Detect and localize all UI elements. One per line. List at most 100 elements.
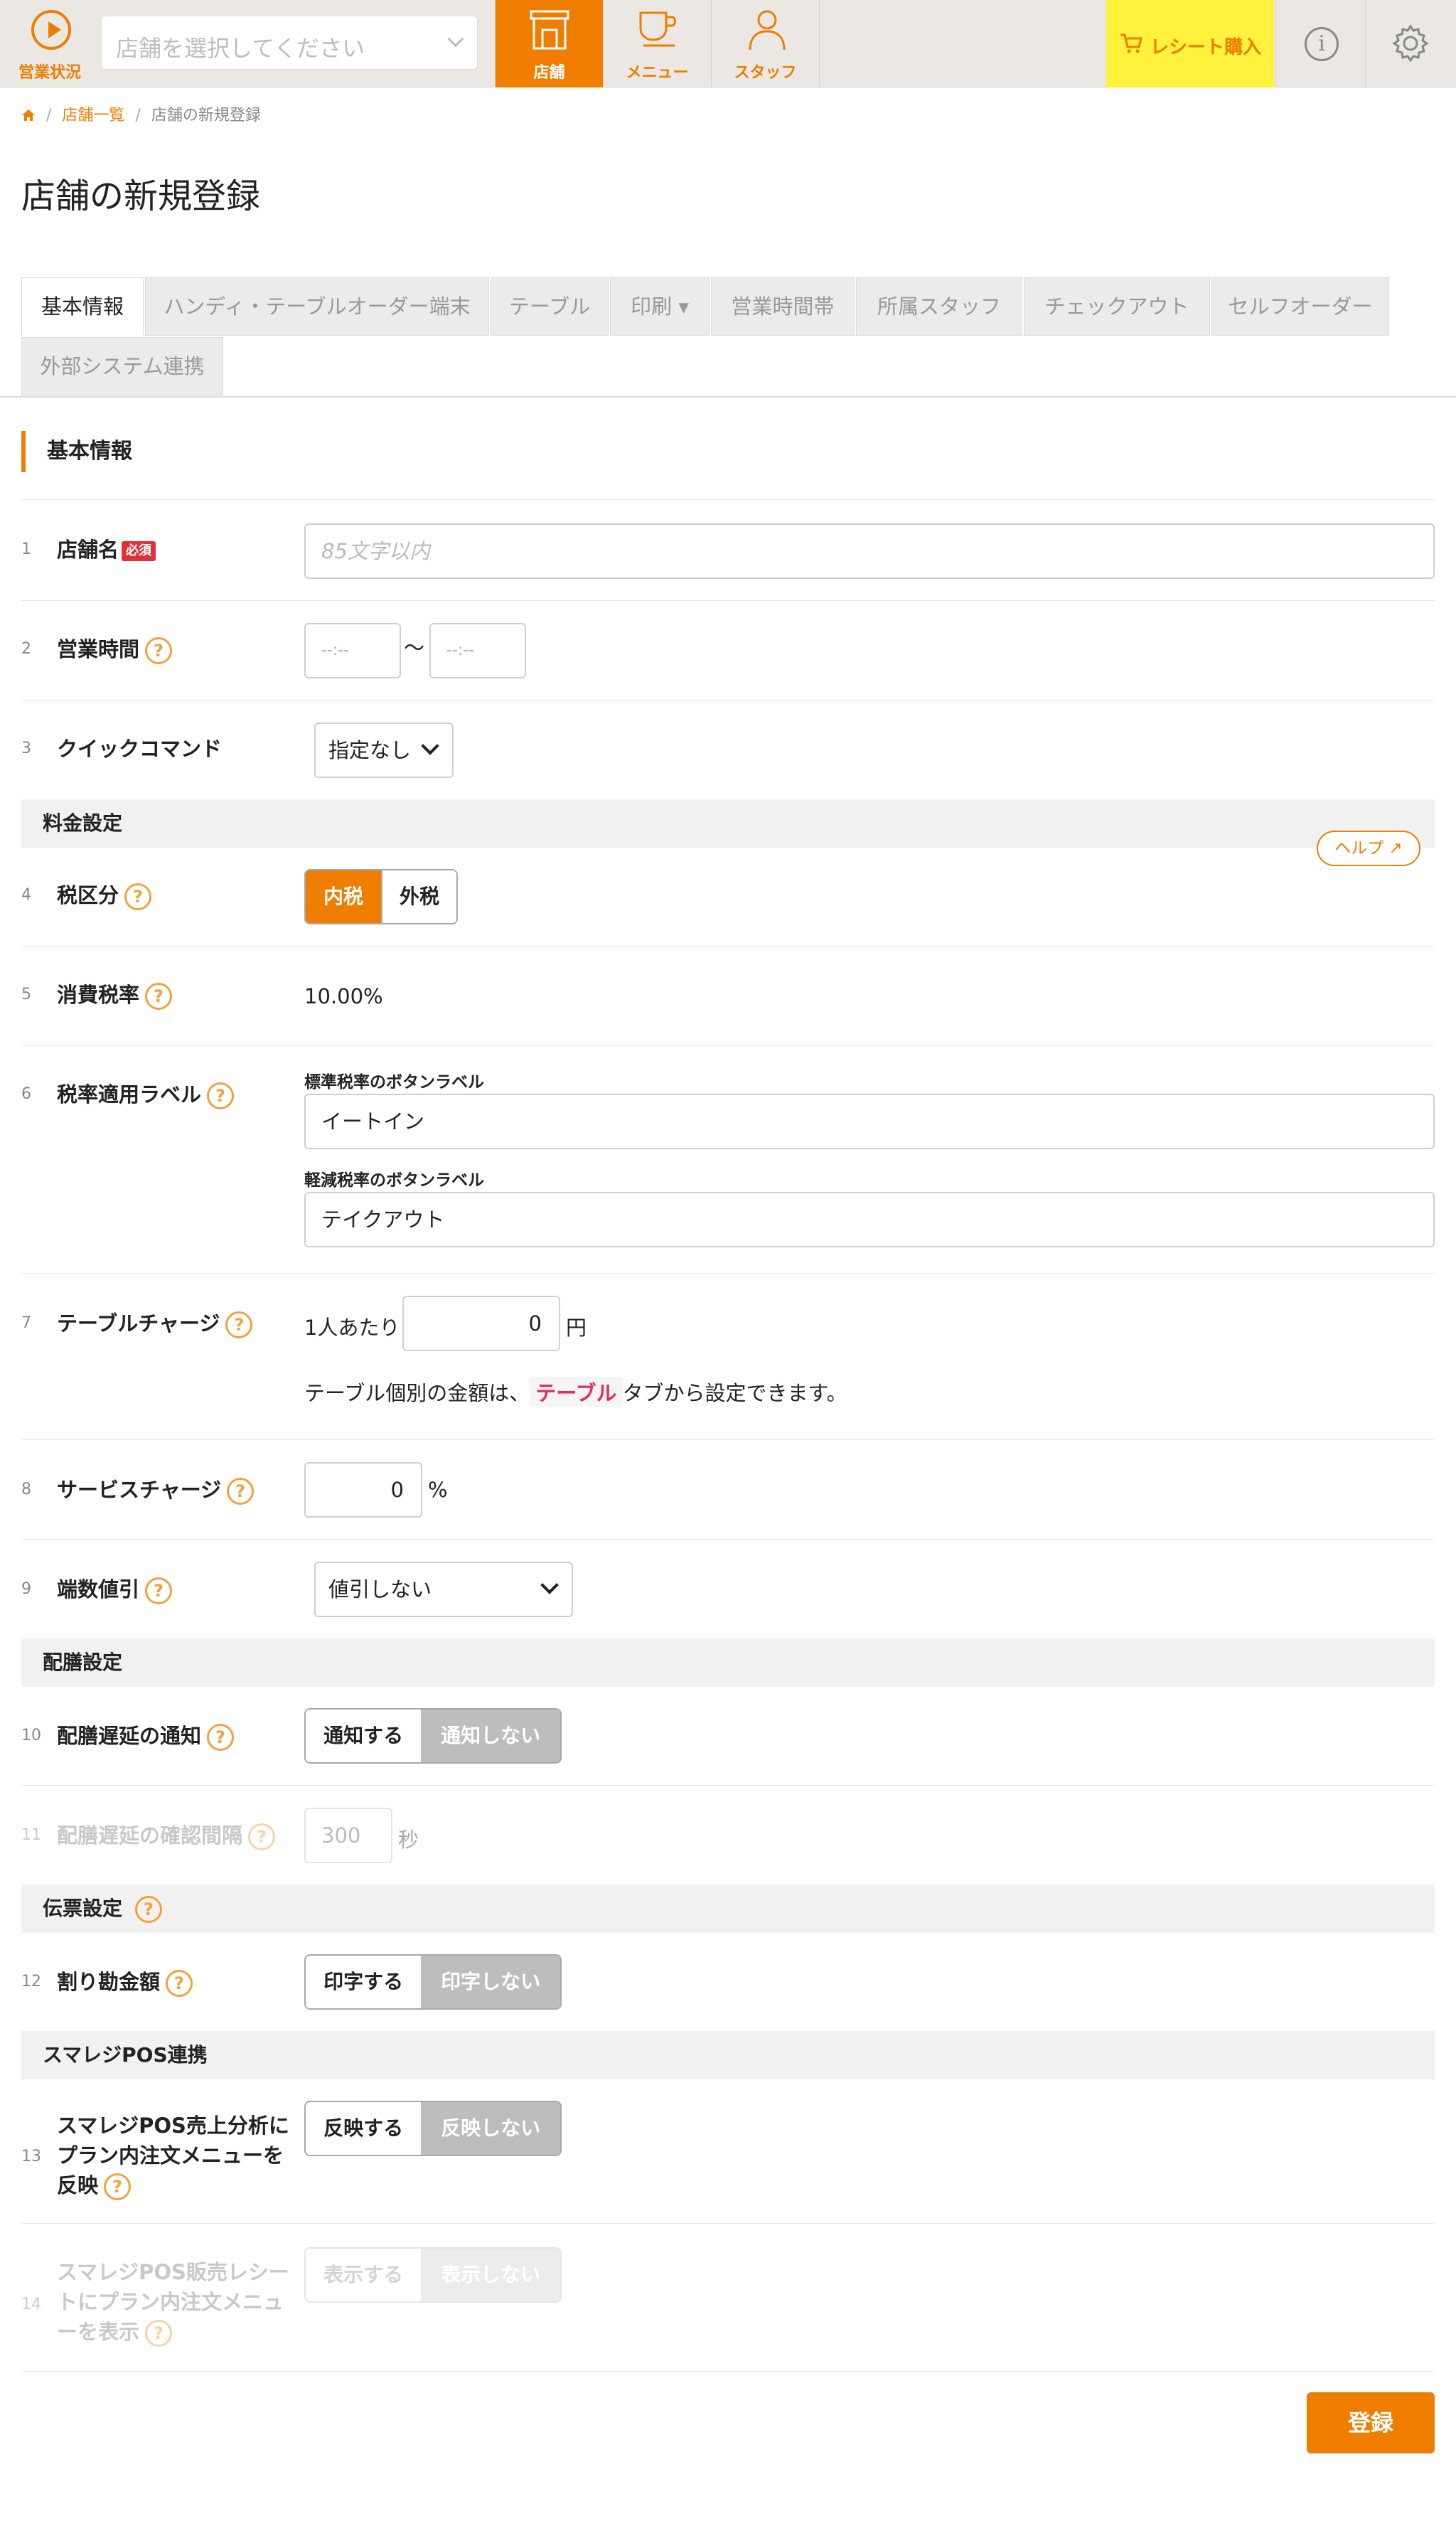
gear-icon xyxy=(1392,24,1429,63)
tab-staff[interactable]: 所属スタッフ xyxy=(856,277,1022,336)
standard-tax-label-input[interactable]: イートイン xyxy=(304,1094,1435,1149)
rounding-label: 端数値引? xyxy=(57,1574,173,1604)
info-icon: i xyxy=(1305,27,1339,61)
serving-interval-input: 300 xyxy=(304,1808,392,1863)
reduced-tax-label-input[interactable]: テイクアウト xyxy=(304,1192,1435,1247)
nav-tab-staff[interactable]: スタッフ xyxy=(711,0,819,87)
info-button[interactable]: i xyxy=(1275,0,1365,87)
help-icon: ? xyxy=(145,2320,173,2347)
row-number: 3 xyxy=(21,740,31,757)
play-circle-icon xyxy=(31,10,71,50)
store-icon xyxy=(530,10,569,50)
row-number: 5 xyxy=(21,986,31,1003)
row-number: 11 xyxy=(21,1826,41,1844)
tab-basic-info[interactable]: 基本情報 xyxy=(21,277,144,336)
help-icon[interactable]: ? xyxy=(225,1311,253,1338)
row-number: 9 xyxy=(21,1580,31,1598)
table-tab-link[interactable]: テーブル xyxy=(530,1377,623,1407)
tax-exclusive-option[interactable]: 外税 xyxy=(380,870,456,923)
print-option[interactable]: 印字する xyxy=(306,1956,422,2008)
serving-delay-toggle: 通知する 通知しない xyxy=(304,1708,562,1764)
home-icon[interactable] xyxy=(21,109,36,122)
tax-label-label: 税率適用ラベル? xyxy=(57,1080,235,1109)
receipt-purchase-label: レシート購入 xyxy=(1150,37,1262,58)
section-title: 基本情報 xyxy=(21,431,132,472)
quick-command-select[interactable]: 指定なし xyxy=(314,723,454,778)
register-button[interactable]: 登録 xyxy=(1307,2392,1435,2453)
no-show-option: 表示しない xyxy=(421,2249,560,2301)
tab-print[interactable]: 印刷 ▾ xyxy=(610,277,710,336)
breadcrumb-current: 店舗の新規登録 xyxy=(151,107,261,124)
tax-inclusive-option[interactable]: 内税 xyxy=(306,870,381,923)
help-icon[interactable]: ? xyxy=(227,1478,255,1505)
service-charge-unit: % xyxy=(428,1478,448,1502)
no-print-option[interactable]: 印字しない xyxy=(421,1956,560,2008)
receipt-purchase-button[interactable]: レシート購入 xyxy=(1106,0,1274,87)
tab-self-order[interactable]: セルフオーダー xyxy=(1211,277,1389,336)
tax-type-toggle: 内税 外税 xyxy=(304,869,458,924)
tab-checkout[interactable]: チェックアウト xyxy=(1024,277,1210,336)
nav-tab-store-label: 店舗 xyxy=(533,64,565,82)
tab-handy-terminal[interactable]: ハンディ・テーブルオーダー端末 xyxy=(145,277,489,336)
service-charge-label: サービスチャージ? xyxy=(57,1475,255,1505)
no-notify-option[interactable]: 通知しない xyxy=(421,1710,560,1762)
help-icon[interactable]: ? xyxy=(166,1970,193,1997)
row-number: 12 xyxy=(21,1973,41,1990)
tab-table[interactable]: テーブル xyxy=(491,277,609,336)
table-charge-input[interactable]: 0 xyxy=(402,1296,560,1351)
nav-tab-menu[interactable]: メニュー xyxy=(603,0,711,87)
help-icon[interactable]: ? xyxy=(124,883,152,910)
notify-option[interactable]: 通知する xyxy=(306,1710,422,1762)
rounding-select[interactable]: 値引しない xyxy=(314,1562,573,1617)
nav-tab-store[interactable]: 店舗 xyxy=(495,0,603,87)
pos-receipt-toggle: 表示する 表示しない xyxy=(304,2247,562,2303)
help-icon[interactable]: ? xyxy=(135,1896,163,1923)
help-icon[interactable]: ? xyxy=(207,1724,235,1751)
quick-command-label: クイックコマンド xyxy=(57,737,223,761)
nav-business-status[interactable]: 営業状況 xyxy=(0,0,100,87)
no-reflect-option[interactable]: 反映しない xyxy=(421,2102,560,2155)
help-icon[interactable]: ? xyxy=(145,637,173,664)
nav-divider xyxy=(819,0,820,87)
tax-rate-label: 消費税率? xyxy=(57,980,173,1010)
help-link-button[interactable]: ヘルプ ↗ xyxy=(1317,831,1420,866)
help-icon[interactable]: ? xyxy=(104,2173,132,2200)
split-amount-label: 割り勘金額? xyxy=(57,1967,193,1997)
reduced-tax-label-title: 軽減税率のボタンラベル xyxy=(304,1171,484,1190)
table-charge-unit: 円 xyxy=(566,1316,587,1340)
time-range-tilde: 〜 xyxy=(404,636,425,660)
chevron-down-icon xyxy=(540,1576,559,1594)
person-icon xyxy=(749,10,786,50)
required-badge: 必須 xyxy=(122,541,156,561)
settings-button[interactable] xyxy=(1365,0,1455,87)
service-charge-input[interactable]: 0 xyxy=(304,1462,422,1518)
tab-business-hours[interactable]: 営業時間帯 xyxy=(711,277,855,336)
business-hours-start-input[interactable]: --:-- xyxy=(304,623,401,678)
pos-receipt-label: スマレジPOS販売レシー トにプラン内注文メニュ ーを表示? xyxy=(57,2257,289,2347)
chevron-down-icon xyxy=(421,737,439,755)
chevron-down-icon xyxy=(447,31,464,48)
tab-external-system[interactable]: 外部システム連携 xyxy=(21,337,223,395)
pos-analysis-label: スマレジPOS売上分析に プラン内注文メニューを 反映? xyxy=(57,2111,289,2200)
table-charge-label: テーブルチャージ? xyxy=(57,1309,253,1338)
row-number: 14 xyxy=(21,2296,41,2313)
help-icon[interactable]: ? xyxy=(207,1082,235,1109)
help-icon: ? xyxy=(248,1823,276,1850)
store-name-label: 店舗名 必須 xyxy=(57,535,156,565)
row-number: 1 xyxy=(21,540,31,558)
pos-analysis-toggle: 反映する 反映しない xyxy=(304,2101,562,2156)
serving-interval-label: 配膳遅延の確認間隔? xyxy=(57,1821,276,1850)
pos-settings-header: スマレジPOS連携 xyxy=(21,2031,1435,2079)
help-icon[interactable]: ? xyxy=(145,1577,173,1604)
show-option: 表示する xyxy=(306,2249,422,2301)
help-icon[interactable]: ? xyxy=(145,983,173,1010)
row-number: 7 xyxy=(21,1314,31,1332)
tax-type-label: 税区分? xyxy=(57,880,152,910)
store-select[interactable]: 店舗を選択してください xyxy=(101,16,478,70)
business-hours-end-input[interactable]: --:-- xyxy=(429,623,526,678)
breadcrumb: / 店舗一覧 / 店舗の新規登録 xyxy=(21,102,261,125)
breadcrumb-store-list[interactable]: 店舗一覧 xyxy=(62,107,124,124)
reflect-option[interactable]: 反映する xyxy=(306,2102,422,2155)
store-name-input[interactable]: 85文字以内 xyxy=(304,523,1435,579)
top-nav-bar: 営業状況 店舗を選択してください 店舗 メニュー スタッフ レシート購入 i xyxy=(0,0,1456,87)
